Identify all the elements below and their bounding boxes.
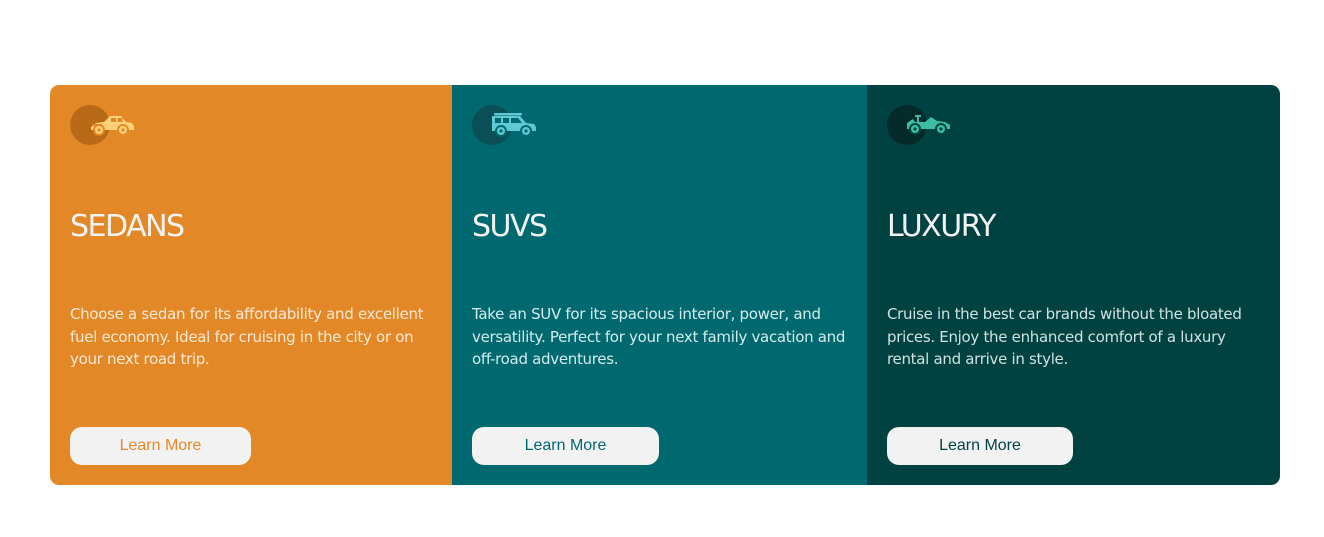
card-description: Cruise in the best car brands without th… (887, 305, 1242, 368)
suv-car-icon (472, 105, 542, 145)
card-description: Take an SUV for its spacious interior, p… (472, 305, 846, 368)
convertible-car-icon-graphic (907, 115, 950, 135)
learn-more-button[interactable]: Learn More (70, 427, 251, 465)
card-description: Choose a sedan for its affordability and… (70, 305, 424, 368)
learn-more-button[interactable]: Learn More (887, 427, 1073, 465)
card-title: SEDANS (70, 209, 185, 244)
card-sedans: SEDANS Choose a sedan for its affordabil… (50, 85, 452, 485)
car-category-cards: SEDANS Choose a sedan for its affordabil… (50, 85, 1280, 485)
card-suvs: SUVS Take an SUV for its spacious interi… (452, 85, 867, 485)
card-title: SUVS (472, 209, 548, 244)
convertible-car-icon (887, 105, 957, 145)
suv-car-icon-graphic (492, 113, 536, 137)
card-luxury: LUXURY Cruise in the best car brands wit… (867, 85, 1280, 485)
card-title: LUXURY (887, 209, 996, 244)
learn-more-button[interactable]: Learn More (472, 427, 659, 465)
sedan-car-icon (70, 105, 140, 145)
sedan-car-icon-graphic (91, 116, 134, 136)
